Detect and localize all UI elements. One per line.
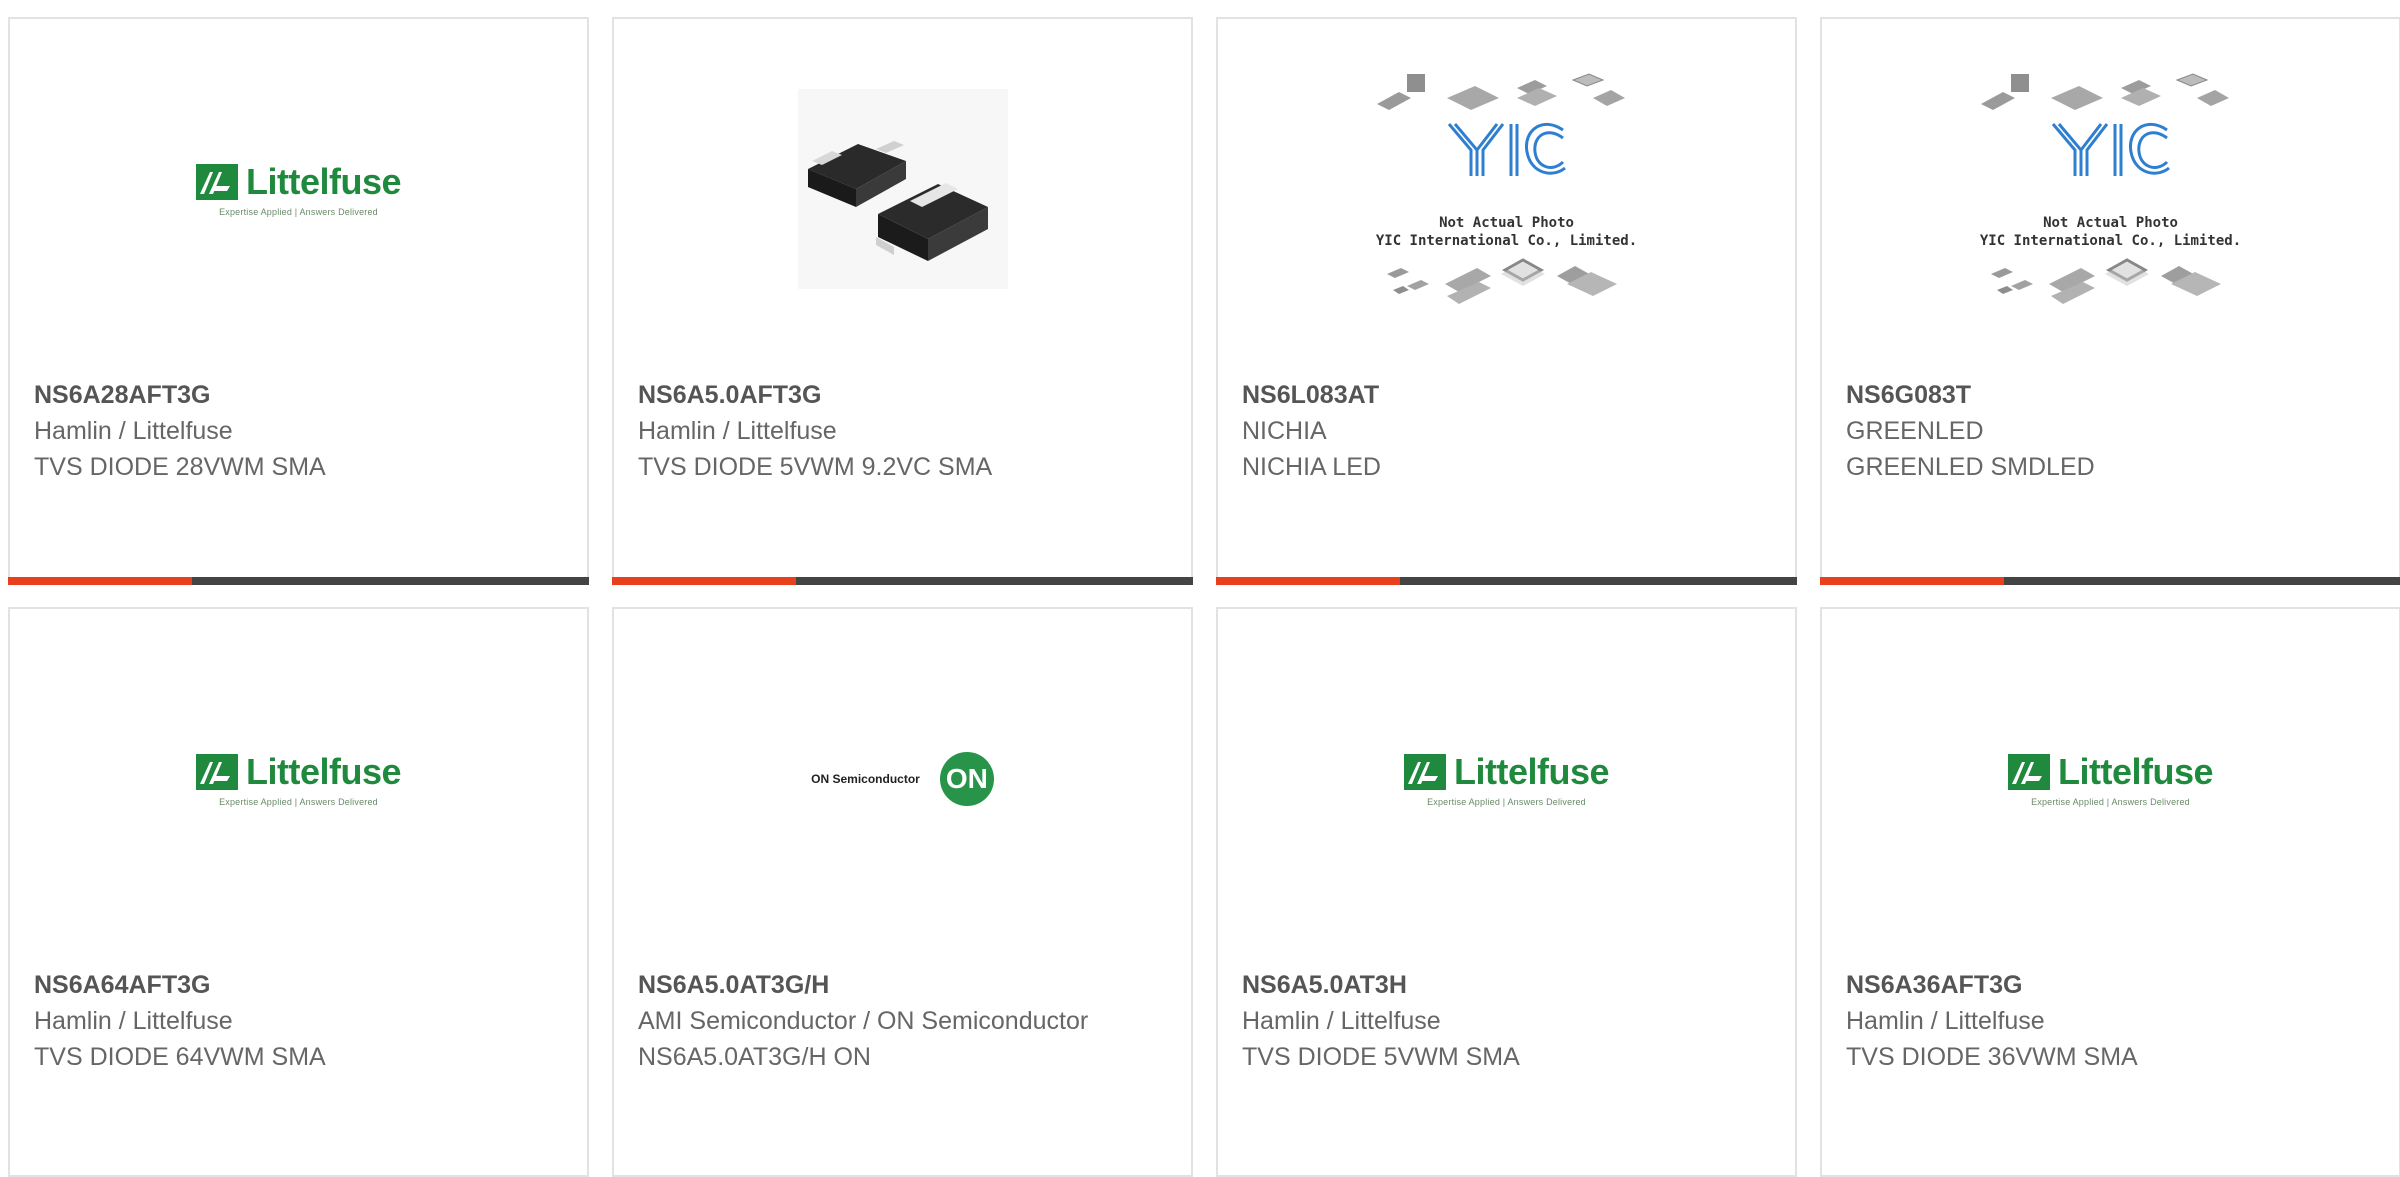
manufacturer-label: GREENLED bbox=[1846, 417, 1984, 445]
littelfuse-logo: Littelfuse Expertise Applied | Answers D… bbox=[2007, 751, 2214, 807]
product-image[interactable]: Not Actual Photo YIC International Co., … bbox=[1218, 19, 1795, 359]
manufacturer-label: NICHIA bbox=[1242, 417, 1327, 445]
manufacturer-label: Hamlin / Littelfuse bbox=[638, 417, 837, 445]
card-underline-rest bbox=[2004, 577, 2400, 585]
description-label: TVS DIODE 64VWM SMA bbox=[34, 1043, 326, 1071]
littelfuse-mark-icon bbox=[2007, 754, 2050, 790]
product-image[interactable]: ON Semiconductor ON bbox=[614, 609, 1191, 949]
on-semiconductor-logo: ON Semiconductor ON bbox=[811, 752, 994, 806]
manufacturer-label: AMI Semiconductor / ON Semiconductor bbox=[638, 1007, 1089, 1035]
description-label: GREENLED SMDLED bbox=[1846, 453, 2095, 481]
littelfuse-logo: Littelfuse Expertise Applied | Answers D… bbox=[1403, 751, 1610, 807]
description-label: TVS DIODE 36VWM SMA bbox=[1846, 1043, 2138, 1071]
description-label: NICHIA LED bbox=[1242, 453, 1381, 481]
littelfuse-wordmark: Littelfuse bbox=[2057, 751, 2214, 792]
card-underline-bar bbox=[8, 577, 589, 585]
part-number-link[interactable]: NS6A5.0AFT3G bbox=[638, 377, 1171, 413]
littelfuse-logo: Littelfuse Expertise Applied | Answers D… bbox=[195, 161, 402, 217]
card-underline-bar bbox=[1820, 577, 2400, 585]
yic-caption-line2: YIC International Co., Limited. bbox=[1375, 233, 1638, 249]
yic-caption-line1: Not Actual Photo bbox=[1439, 215, 1574, 231]
part-number-link[interactable]: NS6A36AFT3G bbox=[1846, 967, 2379, 1003]
littelfuse-wordmark: Littelfuse bbox=[245, 161, 402, 202]
product-info: NS6A36AFT3G Hamlin / Littelfuse TVS DIODE … bbox=[1846, 949, 2379, 1075]
product-info: NS6A5.0AT3G/H AMI Semiconductor / ON Semi… bbox=[638, 949, 1171, 1075]
part-number-link[interactable]: NS6A28AFT3G bbox=[34, 377, 567, 413]
product-image[interactable]: Littelfuse Expertise Applied | Answers D… bbox=[10, 609, 587, 949]
product-image[interactable]: Littelfuse Expertise Applied | Answers D… bbox=[10, 19, 587, 359]
product-grid: Littelfuse Expertise Applied | Answers D… bbox=[0, 0, 2400, 1177]
product-card[interactable]: Not Actual Photo YIC International Co., … bbox=[1820, 17, 2400, 585]
littelfuse-logo: Littelfuse Expertise Applied | Answers D… bbox=[195, 751, 402, 807]
description-label: NS6A5.0AT3G/H ON bbox=[638, 1043, 871, 1071]
part-number-link[interactable]: NS6A5.0AT3H bbox=[1242, 967, 1775, 1003]
component-sketches-icon bbox=[1376, 73, 1625, 304]
product-card[interactable]: Littelfuse Expertise Applied | Answers D… bbox=[1820, 607, 2400, 1177]
description-label: TVS DIODE 5VWM 9.2VC SMA bbox=[638, 453, 993, 481]
product-info: NS6A5.0AFT3G Hamlin / Littelfuse TVS DIODE… bbox=[638, 359, 1171, 485]
littelfuse-mark-icon bbox=[195, 164, 238, 200]
part-number-link[interactable]: NS6G083T bbox=[1846, 377, 2379, 413]
littelfuse-tagline: Expertise Applied | Answers Delivered bbox=[219, 797, 378, 807]
on-semi-wordmark: ON Semiconductor bbox=[811, 772, 920, 786]
product-image[interactable]: Littelfuse Expertise Applied | Answers D… bbox=[1218, 609, 1795, 949]
on-semi-mark-icon: ON bbox=[939, 752, 994, 806]
card-underline-accent bbox=[1216, 577, 1400, 585]
manufacturer-label: Hamlin / Littelfuse bbox=[34, 1007, 233, 1035]
littelfuse-mark-icon bbox=[195, 754, 238, 790]
yic-placeholder-image: Not Actual Photo YIC International Co., … bbox=[1971, 64, 2251, 314]
card-underline-rest bbox=[192, 577, 589, 585]
product-image[interactable] bbox=[614, 19, 1191, 359]
littelfuse-wordmark: Littelfuse bbox=[1453, 751, 1610, 792]
yic-placeholder-image: Not Actual Photo YIC International Co., … bbox=[1367, 64, 1647, 314]
yic-caption-line2: YIC International Co., Limited. bbox=[1979, 233, 2242, 249]
card-underline-bar bbox=[612, 577, 1193, 585]
product-card[interactable]: Littelfuse Expertise Applied | Answers D… bbox=[8, 17, 589, 585]
product-info: NS6L083AT NICHIA NICHIA LED bbox=[1242, 359, 1775, 485]
description-label: TVS DIODE 28VWM SMA bbox=[34, 453, 326, 481]
part-number-link[interactable]: NS6A5.0AT3G/H bbox=[638, 967, 1171, 1003]
product-card[interactable]: Littelfuse Expertise Applied | Answers D… bbox=[8, 607, 589, 1177]
product-image[interactable]: Littelfuse Expertise Applied | Answers D… bbox=[1822, 609, 2399, 949]
description-label: TVS DIODE 5VWM SMA bbox=[1242, 1043, 1520, 1071]
product-card[interactable]: NS6A5.0AFT3G Hamlin / Littelfuse TVS DIODE… bbox=[612, 17, 1193, 585]
manufacturer-label: Hamlin / Littelfuse bbox=[1846, 1007, 2045, 1035]
product-info: NS6A5.0AT3H Hamlin / Littelfuse TVS DIODE … bbox=[1242, 949, 1775, 1075]
component-sketches-icon bbox=[1980, 73, 2229, 304]
littelfuse-tagline: Expertise Applied | Answers Delivered bbox=[1427, 797, 1586, 807]
product-info: NS6G083T GREENLED GREENLED SMDLED bbox=[1846, 359, 2379, 485]
manufacturer-label: Hamlin / Littelfuse bbox=[34, 417, 233, 445]
product-info: NS6A28AFT3G Hamlin / Littelfuse TVS DIODE … bbox=[34, 359, 567, 485]
manufacturer-label: Hamlin / Littelfuse bbox=[1242, 1007, 1441, 1035]
product-card[interactable]: ON Semiconductor ON NS6A5.0AT3G/H AMI Sem… bbox=[612, 607, 1193, 1177]
littelfuse-mark-icon bbox=[1403, 754, 1446, 790]
part-number-link[interactable]: NS6A64AFT3G bbox=[34, 967, 567, 1003]
card-underline-bar bbox=[1216, 577, 1797, 585]
yic-caption-line1: Not Actual Photo bbox=[2043, 215, 2178, 231]
sma-package-photo bbox=[797, 89, 1008, 289]
card-underline-rest bbox=[796, 577, 1193, 585]
product-image[interactable]: Not Actual Photo YIC International Co., … bbox=[1822, 19, 2399, 359]
card-underline-accent bbox=[612, 577, 796, 585]
product-card[interactable]: Not Actual Photo YIC International Co., … bbox=[1216, 17, 1797, 585]
card-underline-rest bbox=[1400, 577, 1797, 585]
part-number-link[interactable]: NS6L083AT bbox=[1242, 377, 1775, 413]
product-card[interactable]: Littelfuse Expertise Applied | Answers D… bbox=[1216, 607, 1797, 1177]
card-underline-accent bbox=[8, 577, 192, 585]
littelfuse-tagline: Expertise Applied | Answers Delivered bbox=[2031, 797, 2190, 807]
product-info: NS6A64AFT3G Hamlin / Littelfuse TVS DIODE … bbox=[34, 949, 567, 1075]
littelfuse-tagline: Expertise Applied | Answers Delivered bbox=[219, 207, 378, 217]
card-underline-accent bbox=[1820, 577, 2004, 585]
littelfuse-wordmark: Littelfuse bbox=[245, 751, 402, 792]
